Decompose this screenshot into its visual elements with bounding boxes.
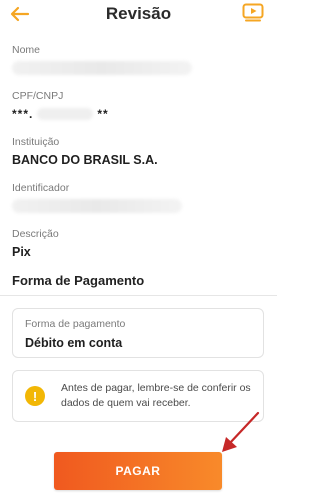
description-field: Descrição Pix bbox=[12, 228, 262, 260]
notice-text: Antes de pagar, lembre-se de conferir os… bbox=[61, 382, 251, 409]
header: Revisão bbox=[0, 0, 277, 30]
document-value: ***. ** bbox=[12, 106, 262, 122]
name-label: Nome bbox=[12, 44, 41, 56]
document-masked-suffix: ** bbox=[97, 107, 109, 121]
name-field: Nome bbox=[12, 44, 262, 75]
document-label: CPF/CNPJ bbox=[12, 90, 64, 102]
video-button[interactable] bbox=[241, 2, 265, 24]
payment-method-card[interactable]: Forma de pagamento Débito em conta bbox=[12, 308, 264, 358]
page-title: Revisão bbox=[105, 4, 172, 23]
identifier-field: Identificador bbox=[12, 182, 262, 213]
section-divider bbox=[0, 295, 277, 296]
document-masked-prefix: ***. bbox=[12, 107, 34, 121]
notice-card: ! Antes de pagar, lembre-se de conferir … bbox=[12, 370, 264, 422]
pay-button[interactable]: PAGAR bbox=[54, 452, 222, 490]
description-label: Descrição bbox=[12, 228, 59, 240]
institution-value: BANCO DO BRASIL S.A. bbox=[12, 153, 158, 167]
name-value-redacted bbox=[12, 61, 192, 75]
document-redacted bbox=[37, 108, 94, 120]
identifier-label: Identificador bbox=[12, 182, 70, 194]
exclamation-icon: ! bbox=[25, 386, 45, 406]
payment-method-value: Débito em conta bbox=[25, 336, 123, 350]
document-field: CPF/CNPJ ***. ** bbox=[12, 90, 262, 122]
play-video-icon bbox=[242, 3, 264, 22]
payment-section-title: Forma de Pagamento bbox=[12, 273, 145, 288]
institution-field: Instituição BANCO DO BRASIL S.A. bbox=[12, 136, 262, 168]
review-screen: Revisão Nome CPF/CNPJ ***. ** Instituiçã… bbox=[0, 0, 277, 500]
institution-label: Instituição bbox=[12, 136, 60, 148]
payment-method-label: Forma de pagamento bbox=[25, 318, 126, 330]
identifier-value-redacted bbox=[12, 199, 182, 213]
description-value: Pix bbox=[12, 245, 31, 259]
